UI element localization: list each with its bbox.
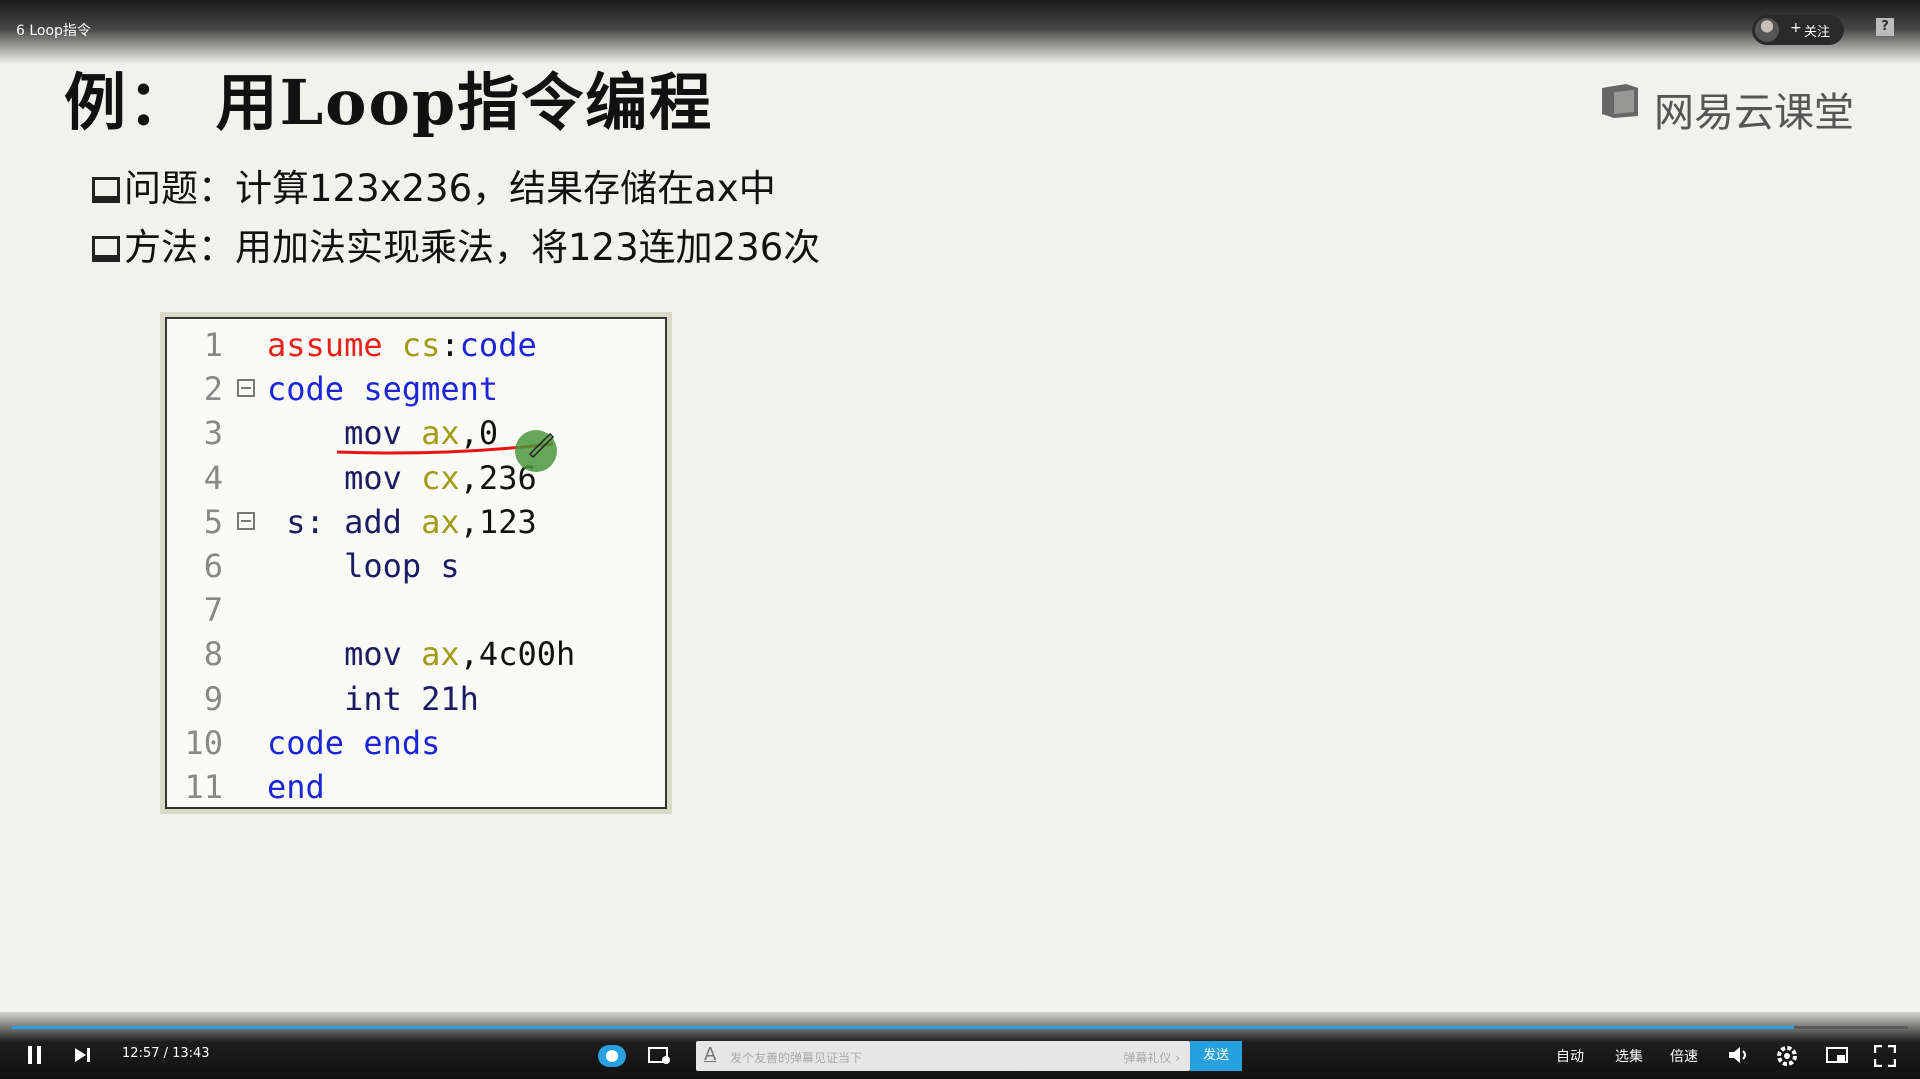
line-number: 6 — [203, 547, 223, 585]
auto-button[interactable]: 自动 — [1556, 1046, 1584, 1066]
line-number: 9 — [203, 679, 223, 718]
collapse-icon[interactable] — [237, 511, 255, 530]
code-text: code ends — [267, 721, 440, 765]
code-line: 6 loop s — [167, 544, 665, 588]
line-number: 8 — [203, 635, 223, 674]
line-number: 7 — [203, 591, 223, 630]
code-line: 11 end — [167, 765, 665, 809]
pip-icon[interactable] — [1826, 1047, 1848, 1065]
danmu-settings-icon[interactable] — [648, 1046, 672, 1066]
code-token: int 21h — [267, 679, 479, 718]
code-line: 1 assume cs:code — [167, 323, 665, 367]
progress-fill — [12, 1026, 1795, 1029]
pen-icon — [528, 432, 555, 458]
danmu-placeholder: 发个友善的弹幕见证当下 — [730, 1051, 863, 1065]
laptop-icon — [92, 177, 120, 203]
font-style-icon[interactable]: A — [704, 1044, 716, 1065]
code-token: code segment — [267, 370, 499, 409]
slide-heading: 例： 用Loop指令编程 — [64, 66, 714, 139]
bullet-text: 问题：计算123x236，结果存储在ax中 — [124, 167, 776, 210]
line-number: 11 — [184, 768, 223, 806]
code-token: ,4c00h — [459, 635, 576, 674]
follow-label: 关注 — [1804, 25, 1831, 40]
line-number: 1 — [203, 326, 223, 364]
code-line: 4 mov cx,236 — [167, 456, 665, 500]
line-number: 4 — [203, 458, 223, 497]
episodes-button[interactable]: 选集 — [1615, 1046, 1643, 1066]
laptop-icon — [92, 236, 120, 262]
code-text: s: add ax,123 — [267, 500, 537, 544]
line-number: 3 — [203, 414, 223, 453]
line-number: 10 — [184, 723, 223, 762]
danmu-toggle-icon[interactable] — [598, 1045, 626, 1067]
code-token: end — [267, 768, 325, 806]
fullscreen-icon[interactable] — [1874, 1045, 1896, 1067]
next-icon[interactable] — [74, 1047, 92, 1063]
code-line: 2 code segment — [167, 367, 665, 411]
gear-icon[interactable] — [1776, 1045, 1798, 1067]
brand-name: 网易云课堂 — [1654, 90, 1854, 136]
code-token: ax — [421, 635, 460, 674]
volume-icon[interactable] — [1728, 1045, 1750, 1065]
code-token: code — [459, 326, 537, 364]
pause-icon[interactable] — [26, 1045, 44, 1065]
code-text: int 21h — [267, 677, 479, 721]
speed-button[interactable]: 倍速 — [1670, 1046, 1698, 1066]
line-number: 5 — [203, 502, 223, 541]
code-text: mov cx,236 — [267, 456, 537, 500]
code-text: end — [267, 765, 325, 809]
code-token: cs — [401, 326, 441, 364]
help-button[interactable]: ? — [1876, 18, 1894, 36]
bullet-text: 方法：用加法实现乘法，将123连加236次 — [124, 226, 821, 269]
book-icon — [1602, 84, 1638, 118]
code-token: ax — [421, 502, 460, 541]
code-token: : — [440, 326, 460, 364]
code-text: code segment — [267, 367, 498, 411]
bullet-method: 方法：用加法实现乘法，将123连加236次 — [92, 217, 820, 271]
plus-icon: + — [1790, 20, 1802, 36]
danmu-etiquette-link[interactable]: 弹幕礼仪 › — [1123, 1049, 1180, 1066]
time-display: 12:57 / 13:43 — [122, 1046, 210, 1061]
code-line: 7 — [167, 588, 665, 632]
code-line: 10 code ends — [167, 721, 665, 765]
code-text: mov ax,4c00h — [267, 632, 575, 676]
bullet-question: 问题：计算123x236，结果存储在ax中 — [92, 158, 776, 212]
code-token: cx — [421, 458, 460, 497]
code-text: loop s — [267, 544, 460, 588]
code-text: assume cs:code — [267, 323, 537, 367]
code-line: 8 mov ax,4c00h — [167, 632, 665, 676]
line-number: 2 — [203, 370, 223, 409]
code-token: assume — [267, 326, 402, 364]
code-token: mov — [267, 458, 422, 497]
code-token: code ends — [267, 723, 441, 762]
code-line: 5 s: add ax,123 — [167, 500, 665, 544]
code-token: s: add — [267, 502, 422, 541]
code-token: loop s — [267, 547, 460, 585]
code-token: ,123 — [459, 502, 537, 541]
code-token: mov — [267, 635, 422, 674]
code-listing: 1 assume cs:code 2 code segment 3 mov ax,0 4 … — [165, 317, 667, 809]
send-button[interactable]: 发送 — [1190, 1041, 1242, 1071]
video-title: 6 Loop指令 — [16, 23, 91, 39]
avatar[interactable] — [1755, 18, 1779, 42]
danmu-input[interactable]: A 发个友善的弹幕见证当下 弹幕礼仪 › — [696, 1041, 1190, 1071]
progress-bar[interactable] — [12, 1026, 1908, 1029]
code-line: 9 int 21h — [167, 677, 665, 721]
follow-button[interactable]: + 关注 — [1752, 15, 1844, 45]
collapse-icon[interactable] — [237, 379, 255, 398]
